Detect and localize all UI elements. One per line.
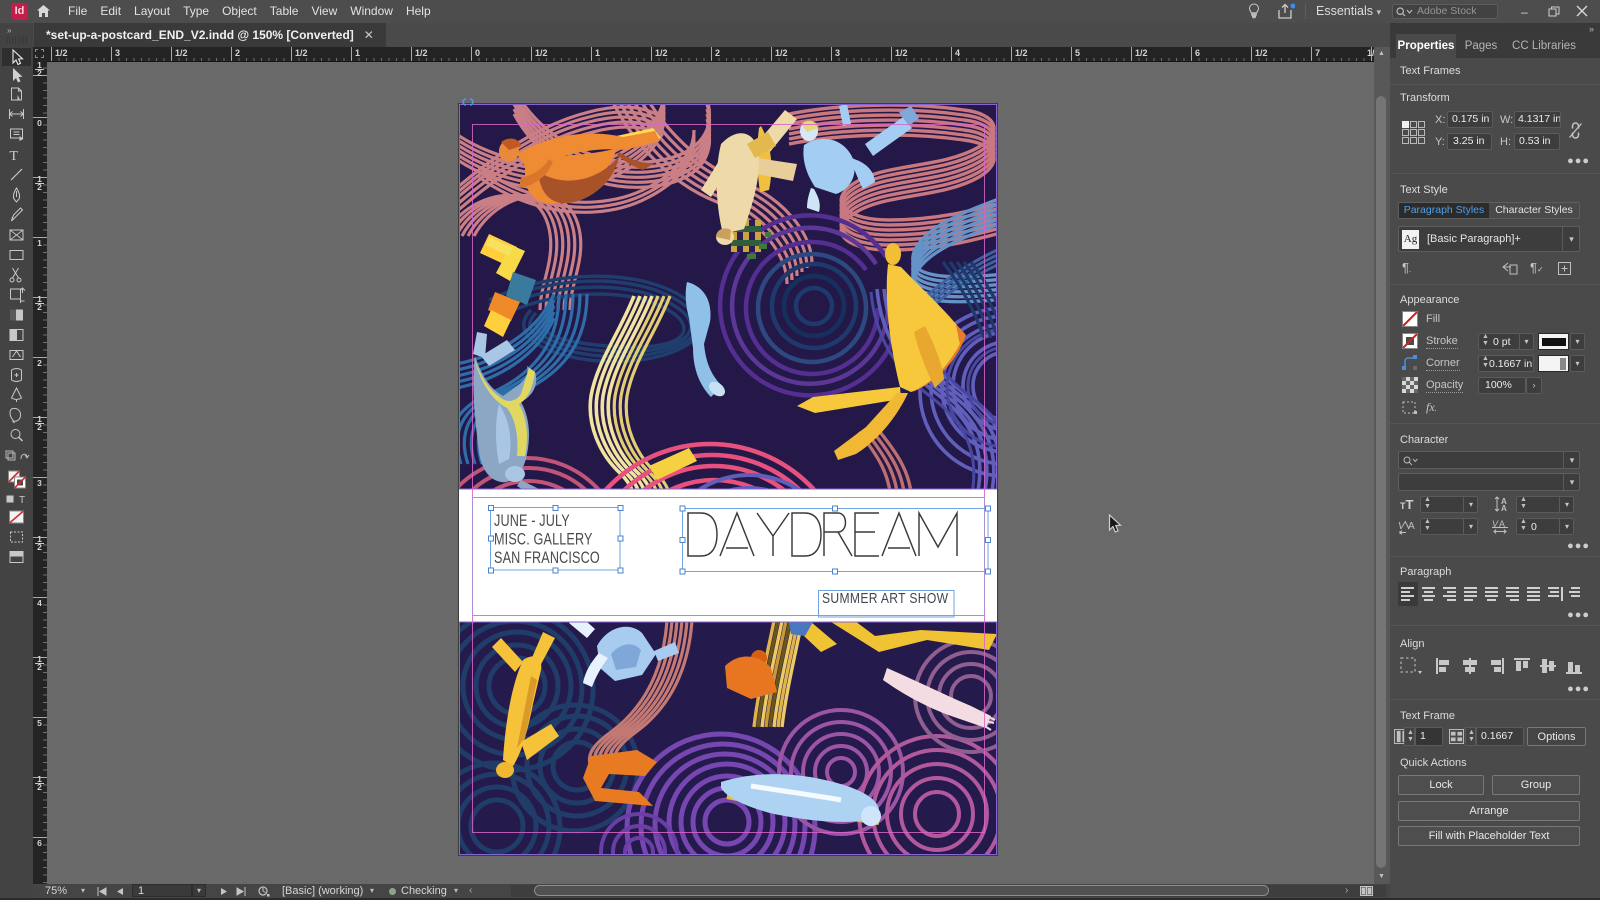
svg-text:JUNE - JULY: JUNE - JULY <box>494 513 570 531</box>
svg-text:SAN FRANCISCO: SAN FRANCISCO <box>494 550 600 568</box>
svg-text:A: A <box>1501 504 1507 512</box>
svg-text:T: T <box>19 495 25 506</box>
svg-text:V: V <box>1398 521 1406 532</box>
svg-text:SUMMER ART SHOW: SUMMER ART SHOW <box>822 590 948 606</box>
svg-text:T: T <box>10 149 19 164</box>
svg-text:MISC. GALLERY: MISC. GALLERY <box>494 531 593 549</box>
svg-text:A: A <box>1408 521 1415 532</box>
